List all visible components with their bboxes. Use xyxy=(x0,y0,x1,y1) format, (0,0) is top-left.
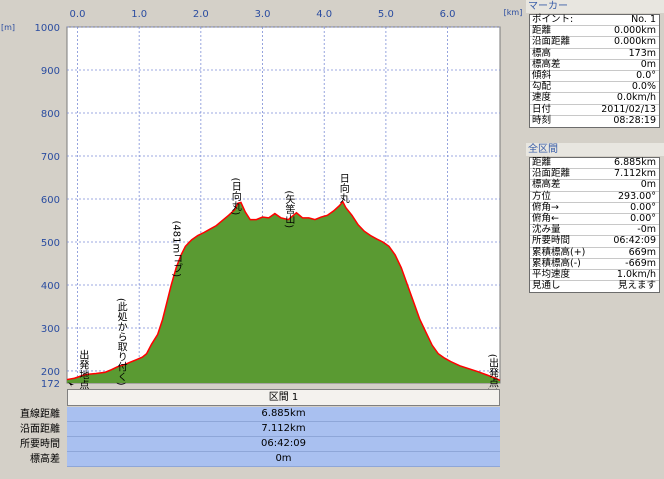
section-row-label: 所要時間 xyxy=(20,439,60,450)
info-label: 俯角→ xyxy=(532,201,559,213)
total-info-table: 距離 6.885km 沿面距離 7.112km 標高差 0m 方位 293.00° 俯角→ 0.0… xyxy=(529,157,660,294)
info-label: 所要時間 xyxy=(532,235,571,247)
x-tick-label: 5.0 xyxy=(378,9,394,20)
section-row-value: 6.885km xyxy=(67,407,500,422)
y-unit-label: [m] xyxy=(1,23,15,32)
info-value: 0.00° xyxy=(630,201,656,213)
info-value: 0m xyxy=(640,179,656,191)
x-tick-label: 6.0 xyxy=(440,9,456,20)
marker-panel-row: 速度 0.0km/h xyxy=(530,92,659,105)
info-label: 勾配 xyxy=(532,81,552,93)
info-label: 速度 xyxy=(532,92,552,104)
y-tick-label: 400 xyxy=(41,281,60,292)
total-panel-title: 全区間 xyxy=(526,143,664,156)
marker-panel-row: 時刻 08:28:19 xyxy=(530,114,659,127)
info-value: 293.00° xyxy=(618,190,656,202)
x-tick-label: 1.0 xyxy=(131,9,147,20)
section-row-label: 標高差 xyxy=(30,454,60,465)
info-label: ポイント: xyxy=(532,14,574,25)
info-value: 1.0km/h xyxy=(616,268,656,280)
info-value: 0.0km/h xyxy=(616,92,656,104)
x-tick-label: 3.0 xyxy=(255,9,271,20)
section-row: 沿面距離 7.112km xyxy=(0,422,500,437)
info-label: 見通し xyxy=(532,280,561,292)
annotation-label: (日向丸) xyxy=(229,177,241,215)
y-tick-label: 500 xyxy=(41,238,60,249)
info-label: 距離 xyxy=(532,25,552,37)
total-panel-row: 標高差 0m xyxy=(530,179,659,192)
info-value: 2011/02/13 xyxy=(601,103,656,115)
info-value: 0.00° xyxy=(630,212,656,224)
info-value: 0.0° xyxy=(636,69,656,81)
section-row-value: 06:42:09 xyxy=(67,437,500,452)
info-label: 時刻 xyxy=(532,114,552,126)
total-panel-row: 見通し 見えます xyxy=(530,281,659,292)
section-header[interactable]: 区間 1 xyxy=(67,389,500,406)
y-bottom-label: 172 xyxy=(41,379,60,389)
info-value: 0.0% xyxy=(631,81,656,93)
section-row-value: 0m xyxy=(67,452,500,467)
info-label: 沿面距離 xyxy=(532,36,571,48)
annotation-label: (矢筈山) xyxy=(283,190,295,228)
info-value: 0.000km xyxy=(614,25,656,37)
section-row: 所要時間 06:42:09 xyxy=(0,437,500,452)
info-value: 7.112km xyxy=(614,168,656,180)
marker-panel-row: 日付 2011/02/13 xyxy=(530,103,659,116)
section-row-value: 7.112km xyxy=(67,422,500,437)
elevation-profile-chart[interactable]: 0.0 1.0 2.0 3.0 4.0 5.0 6.0 [km] [m] 1000 900 800 70… xyxy=(0,0,526,389)
info-label: 標高差 xyxy=(532,58,561,70)
info-label: 俯角← xyxy=(532,212,559,224)
info-value: 見えます xyxy=(617,280,656,292)
info-value: 173m xyxy=(628,47,656,59)
info-label: 標高差 xyxy=(532,179,561,191)
y-tick-label: 700 xyxy=(41,152,60,163)
section-row: 標高差 0m xyxy=(0,452,500,467)
info-label: 日付 xyxy=(532,103,552,115)
annotation-label: 出発地点 xyxy=(77,348,89,389)
section-row-label: 沿面距離 xyxy=(20,424,60,435)
info-value: -669m xyxy=(625,257,656,269)
x-tick-label: 2.0 xyxy=(193,9,209,20)
info-value: 6.885km xyxy=(614,157,656,168)
info-label: 平均速度 xyxy=(532,268,571,280)
marker-panel-title: マーカー xyxy=(526,0,664,13)
info-value: 06:42:09 xyxy=(613,235,656,247)
info-label: 方位 xyxy=(532,190,552,202)
annotation-label: 日向丸 xyxy=(337,173,349,203)
y-tick-label: 900 xyxy=(41,66,60,77)
total-panel-row: 累積標高(+) 669m xyxy=(530,246,659,259)
marker-panel-row: 沿面距離 0.000km xyxy=(530,36,659,49)
x-tick-label: 0.0 xyxy=(70,9,86,20)
info-side-panel: マーカー ポイント: No. 1 距離 0.000km 沿面距離 0.000km 標高 173… xyxy=(526,0,664,479)
info-value: -0m xyxy=(637,224,656,236)
annotation-label: (出発点) xyxy=(486,354,498,389)
y-tick-label: 300 xyxy=(41,324,60,335)
info-value: 08:28:19 xyxy=(613,114,656,126)
y-tick-label: 1000 xyxy=(35,23,60,34)
info-value: 0m xyxy=(640,58,656,70)
info-label: 沈み量 xyxy=(532,224,561,236)
info-label: 標高 xyxy=(532,47,552,59)
section-row: 直線距離 6.885km xyxy=(0,407,500,422)
total-panel-row: 所要時間 06:42:09 xyxy=(530,235,659,248)
y-tick-label: 600 xyxy=(41,195,60,206)
info-value: 669m xyxy=(628,246,656,258)
info-label: 距離 xyxy=(532,157,552,168)
info-label: 累積標高(+) xyxy=(532,246,586,258)
x-unit-label: [km] xyxy=(504,8,523,17)
annotation-label: (481mコブ) xyxy=(171,220,182,277)
annotation-label: (此処から取り付く) xyxy=(115,298,127,386)
y-tick-label: 200 xyxy=(41,367,60,378)
info-label: 累積標高(-) xyxy=(532,257,581,269)
info-value: No. 1 xyxy=(631,14,656,25)
x-tick-label: 4.0 xyxy=(316,9,332,20)
info-label: 傾斜 xyxy=(532,69,552,81)
info-value: 0.000km xyxy=(614,36,656,48)
y-tick-label: 800 xyxy=(41,109,60,120)
marker-info-table: ポイント: No. 1 距離 0.000km 沿面距離 0.000km 標高 173m 標高差 0… xyxy=(529,14,660,128)
section-row-label: 直線距離 xyxy=(20,409,60,420)
section-summary-table: 区間 1 直線距離 6.885km 沿面距離 7.112km 所要時間 06:42:09 標… xyxy=(0,389,500,479)
info-label: 沿面距離 xyxy=(532,168,571,180)
